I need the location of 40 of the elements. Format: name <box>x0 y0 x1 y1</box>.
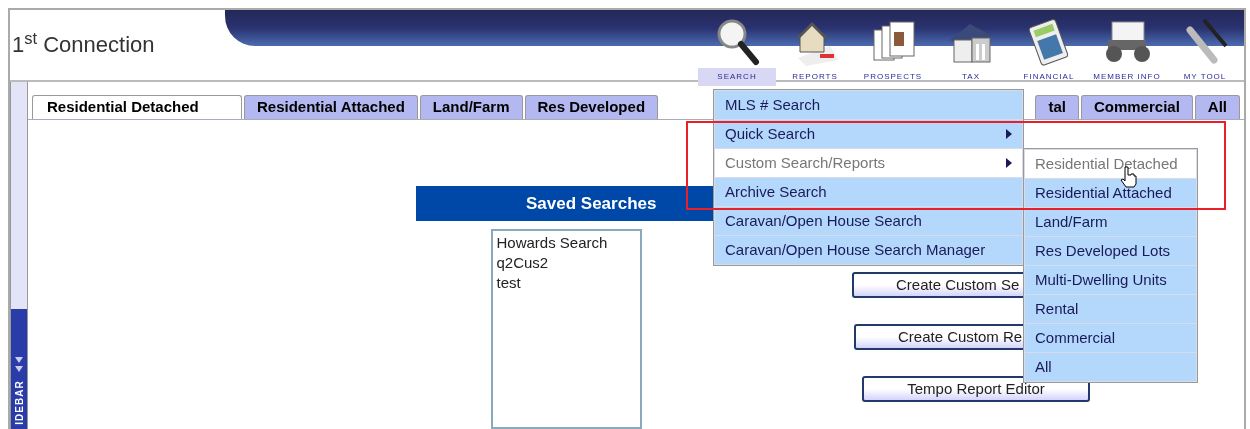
nav-item[interactable]: REPORTS <box>776 10 854 86</box>
submenu-item[interactable]: Land/Farm <box>1025 208 1196 236</box>
submenu-item[interactable]: Commercial <box>1025 324 1196 352</box>
submenu-item[interactable]: Residential Attached <box>1025 179 1196 207</box>
tab[interactable]: Res Developed <box>524 95 659 119</box>
submenu-arrow-icon <box>1006 158 1012 168</box>
sidebar-strip[interactable]: IDEBAR <box>10 82 28 429</box>
list-item[interactable]: Howards Search <box>496 233 636 253</box>
menu-item[interactable]: Caravan/Open House Search <box>715 207 1022 235</box>
sidebar-label: IDEBAR <box>12 379 26 425</box>
tab[interactable]: Commercial <box>1080 95 1193 119</box>
nav-item[interactable]: MEMBER INFO <box>1088 10 1166 86</box>
menu-item[interactable]: MLS # Search <box>715 91 1022 119</box>
logo: 1$^{st}$ Connection <box>12 34 155 56</box>
menu-item[interactable]: Caravan/Open House Search Manager <box>715 236 1022 264</box>
nav-item[interactable]: MY TOOL <box>1166 10 1244 86</box>
submenu-item[interactable]: Residential Detached <box>1025 150 1196 178</box>
submenu-item[interactable]: Multi-Dwelling Units <box>1025 266 1196 294</box>
nav-item[interactable]: TAX <box>932 10 1010 86</box>
nav-item[interactable]: PROSPECTS <box>854 10 932 86</box>
list-item[interactable]: q2Cus2 <box>496 253 636 273</box>
tab[interactable]: Land/Farm <box>419 95 523 119</box>
action-button[interactable]: Tempo Report Editor <box>862 376 1090 402</box>
tab[interactable]: tal <box>1035 95 1079 119</box>
menu-item[interactable]: Custom Search/Reports <box>715 149 1022 177</box>
menu-item[interactable]: Archive Search <box>715 178 1022 206</box>
tab[interactable]: Residential Attached <box>244 95 418 119</box>
submenu-item[interactable]: All <box>1025 353 1196 381</box>
double-arrow-icon <box>15 357 23 373</box>
tab[interactable]: Residential Detached <box>32 95 242 119</box>
tab[interactable]: All <box>1194 95 1240 119</box>
nav-item[interactable]: SEARCH <box>698 10 776 86</box>
submenu-item[interactable]: Rental <box>1025 295 1196 323</box>
menu-item[interactable]: Quick Search <box>715 120 1022 148</box>
saved-searches-list[interactable]: Howards Search q2Cus2 test <box>490 229 642 429</box>
submenu-arrow-icon <box>1006 129 1012 139</box>
list-item[interactable]: test <box>496 273 636 293</box>
section-title: Saved Searches <box>526 192 657 215</box>
submenu-item[interactable]: Res Developed Lots <box>1025 237 1196 265</box>
nav-item[interactable]: FINANCIAL <box>1010 10 1088 86</box>
